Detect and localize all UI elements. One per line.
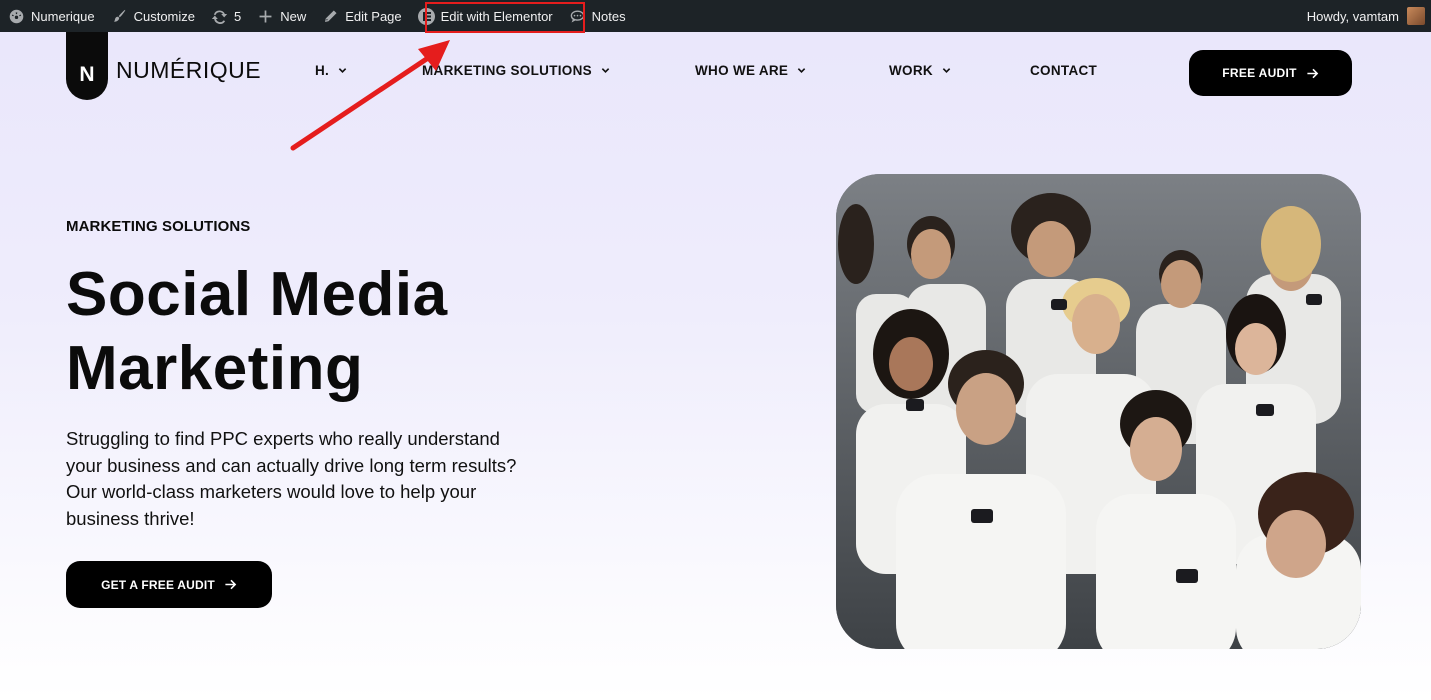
nav-item-label: MARKETING SOLUTIONS bbox=[422, 63, 592, 78]
arrow-right-icon bbox=[1307, 68, 1319, 78]
admin-howdy: Howdy, vamtam bbox=[1306, 8, 1399, 24]
plus-icon bbox=[259, 10, 272, 22]
nav-item-home[interactable]: H. bbox=[315, 63, 347, 78]
get-free-audit-button[interactable]: GET A FREE AUDIT bbox=[66, 561, 272, 608]
admin-account[interactable]: Howdy, vamtam bbox=[1307, 0, 1425, 32]
chevron-down-icon bbox=[942, 66, 951, 75]
nav-item-work[interactable]: WORK bbox=[889, 63, 951, 78]
chevron-down-icon bbox=[338, 66, 347, 75]
elementor-icon bbox=[417, 7, 435, 25]
admin-site-name: Numerique bbox=[31, 8, 95, 24]
chevron-down-icon bbox=[797, 66, 806, 75]
hero-image bbox=[836, 174, 1361, 649]
admin-edit-page-label: Edit Page bbox=[345, 8, 402, 24]
hero-eyebrow: MARKETING SOLUTIONS bbox=[66, 218, 251, 235]
nav-item-label: WORK bbox=[889, 63, 933, 78]
admin-notes-label: Notes bbox=[591, 8, 626, 24]
admin-edit-elementor[interactable]: Edit with Elementor bbox=[410, 0, 561, 32]
admin-customize[interactable]: Customize bbox=[103, 0, 203, 32]
admin-edit-elementor-label: Edit with Elementor bbox=[440, 8, 553, 24]
admin-updates[interactable]: 5 bbox=[203, 0, 249, 32]
pencil-icon bbox=[325, 9, 337, 22]
get-free-audit-label: GET A FREE AUDIT bbox=[101, 577, 215, 592]
nav-item-contact[interactable]: CONTACT bbox=[1030, 63, 1097, 78]
free-audit-label: FREE AUDIT bbox=[1222, 66, 1297, 80]
refresh-icon bbox=[211, 10, 228, 24]
nav-item-label: WHO WE ARE bbox=[695, 63, 789, 78]
hero-description: Struggling to find PPC experts who reall… bbox=[66, 428, 517, 529]
page-title: Social Media Marketing bbox=[66, 258, 626, 406]
nav-item-label: CONTACT bbox=[1030, 63, 1098, 78]
free-audit-button[interactable]: FREE AUDIT bbox=[1189, 50, 1352, 96]
nav-item-who-we-are[interactable]: WHO WE ARE bbox=[695, 63, 806, 78]
wp-admin-bar: Numerique Customize 5 New Edit Page Edit… bbox=[0, 0, 1431, 32]
nav-item-marketing-solutions[interactable]: MARKETING SOLUTIONS bbox=[422, 63, 610, 78]
admin-site-menu[interactable]: Numerique bbox=[0, 0, 103, 32]
paintbrush-icon bbox=[113, 9, 125, 22]
crowd-photo-illustration bbox=[836, 174, 1361, 649]
admin-notes[interactable]: Notes bbox=[561, 0, 634, 32]
page-title-line-1: Social Media bbox=[66, 260, 448, 329]
admin-new-label: New bbox=[280, 8, 307, 24]
dashboard-icon bbox=[9, 9, 24, 23]
arrow-right-icon bbox=[225, 579, 237, 590]
admin-updates-count: 5 bbox=[234, 8, 242, 24]
comment-icon bbox=[570, 10, 584, 22]
admin-customize-label: Customize bbox=[133, 8, 196, 24]
nav-item-label: H. bbox=[315, 63, 330, 78]
admin-edit-page[interactable]: Edit Page bbox=[314, 0, 409, 32]
admin-new[interactable]: New bbox=[249, 0, 314, 32]
avatar bbox=[1407, 7, 1425, 25]
chevron-down-icon bbox=[601, 66, 610, 75]
page-title-line-2: Marketing bbox=[66, 334, 364, 403]
